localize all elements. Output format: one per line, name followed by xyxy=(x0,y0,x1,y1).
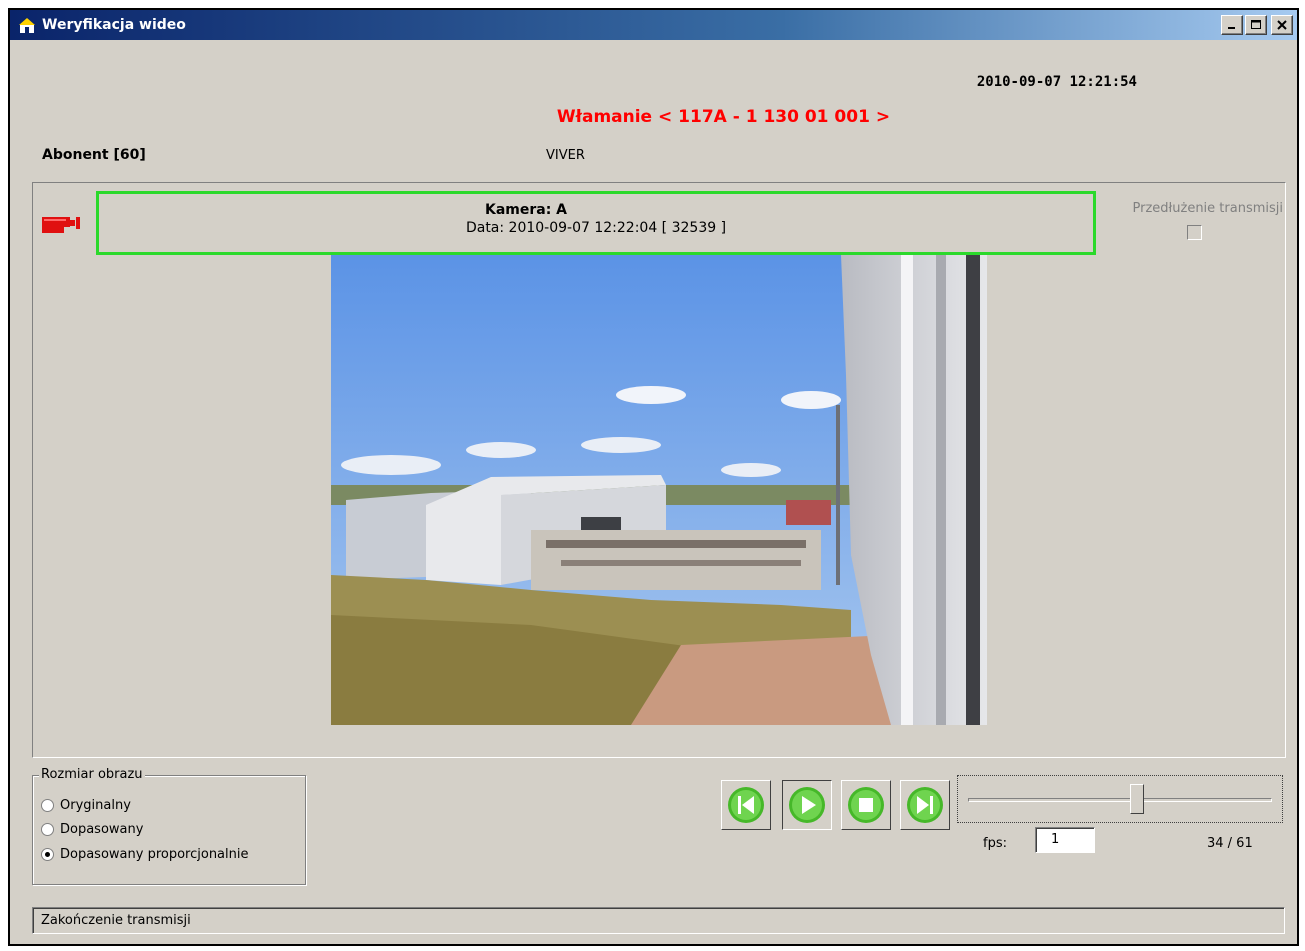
radio-original-button[interactable] xyxy=(41,799,54,812)
radio-fitted-label: Dopasowany xyxy=(60,822,144,837)
window-title: Weryfikacja wideo xyxy=(42,17,186,33)
next-frame-icon xyxy=(907,787,943,823)
close-icon xyxy=(1277,20,1287,30)
camera-name: Kamera: A xyxy=(484,202,568,218)
video-panel: Kamera: A Data: 2010-09-07 12:22:04 [ 32… xyxy=(32,182,1286,758)
stop-icon xyxy=(848,787,884,823)
radio-proportional-label: Dopasowany proporcjonalnie xyxy=(60,847,249,862)
close-button[interactable] xyxy=(1271,15,1293,35)
slider-track xyxy=(968,798,1272,802)
event-datetime: 2010-09-07 12:21:54 xyxy=(976,74,1137,90)
slider-thumb[interactable] xyxy=(1129,784,1144,814)
radio-fitted-button[interactable] xyxy=(41,823,54,836)
play-icon xyxy=(789,787,825,823)
camera-info-banner: Kamera: A Data: 2010-09-07 12:22:04 [ 32… xyxy=(96,191,1096,255)
window-controls xyxy=(1221,15,1293,35)
status-text: Zakończenie transmisji xyxy=(41,913,191,928)
radio-proportional[interactable]: Dopasowany proporcjonalnie xyxy=(41,847,248,862)
next-frame-button[interactable] xyxy=(900,780,950,830)
frame-counter: 34 / 61 xyxy=(1207,836,1253,851)
frame-slider[interactable] xyxy=(957,775,1283,823)
camera-date: Data: 2010-09-07 12:22:04 [ 32539 ] xyxy=(465,220,727,236)
radio-original[interactable]: Oryginalny xyxy=(41,798,131,813)
maximize-button[interactable] xyxy=(1245,15,1267,35)
minimize-button[interactable] xyxy=(1221,15,1243,35)
previous-frame-button[interactable] xyxy=(721,780,771,830)
status-bar: Zakończenie transmisji xyxy=(32,907,1285,934)
extend-transmission-label: Przedłużenie transmisji xyxy=(1132,201,1283,216)
video-frame xyxy=(331,255,987,725)
camera-image xyxy=(331,255,987,725)
subscriber-name: VIVER xyxy=(546,148,585,163)
radio-proportional-button[interactable] xyxy=(41,848,54,861)
alarm-description: Włamanie < 117A - 1 130 01 001 > xyxy=(556,107,891,127)
radio-fitted[interactable]: Dopasowany xyxy=(41,822,143,837)
home-icon xyxy=(18,16,36,34)
image-size-group: Rozmiar obrazu Oryginalny Dopasowany Dop… xyxy=(32,767,306,885)
fps-input[interactable]: 1 xyxy=(1035,827,1095,853)
minimize-icon xyxy=(1228,27,1235,29)
play-button[interactable] xyxy=(782,780,832,830)
subscriber-label: Abonent [60] xyxy=(42,147,146,163)
fps-label: fps: xyxy=(983,836,1007,851)
title-bar[interactable]: Weryfikacja wideo xyxy=(10,10,1297,40)
stop-button[interactable] xyxy=(841,780,891,830)
maximize-icon xyxy=(1251,20,1261,29)
previous-frame-icon xyxy=(728,787,764,823)
radio-original-label: Oryginalny xyxy=(60,798,131,813)
main-window: Weryfikacja wideo 2010-09-07 12:21:54 Wł… xyxy=(8,8,1299,946)
image-size-legend: Rozmiar obrazu xyxy=(39,767,145,782)
extend-transmission-checkbox[interactable] xyxy=(1187,225,1202,240)
